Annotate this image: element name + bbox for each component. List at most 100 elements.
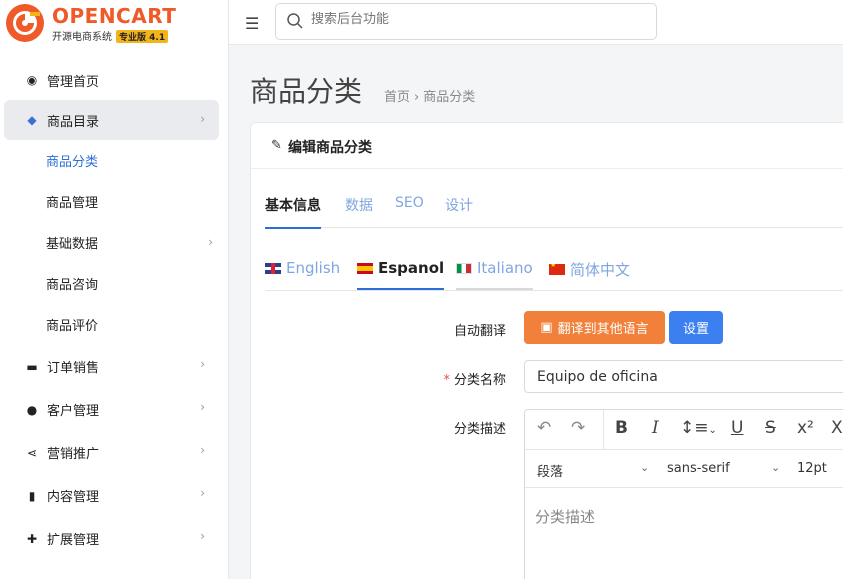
name-label-text: 分类名称 [453,373,506,388]
search-input[interactable] [311,12,631,27]
strikethrough-icon[interactable]: S [765,418,776,438]
sidebar-subitem-label: 商品咨询 [46,278,99,293]
puzzle-icon: ✚ [26,531,38,546]
sidebar-item-label: 管理首页 [47,74,100,90]
sidebar-item-catalog[interactable]: ◆ 商品目录 › [4,100,219,140]
rich-text-editor[interactable]: ↶ ↷ B I ↕≡⌄ U S x² X 段落 ⌄ sans-serif ⌄ 12p… [524,409,843,579]
chevron-right-icon: › [200,486,205,500]
card-title: 编辑商品分类 [288,140,372,156]
breadcrumb-current: 商品分类 [423,90,476,105]
required-marker: * [443,373,450,388]
card-header: ✎ 编辑商品分类 [251,123,843,169]
dashboard-icon: ◉ [26,73,38,87]
italic-icon[interactable]: I [652,418,659,438]
language-tabs: English Espanol Italiano 简体中文 [265,249,843,291]
breadcrumb-separator-icon: › [414,90,420,105]
chevron-down-icon: ⌄ [771,461,781,474]
lang-tab-english[interactable]: English [265,259,340,277]
bold-icon[interactable]: B [615,418,628,438]
menu-toggle-icon[interactable]: ☰ [245,14,259,33]
sidebar-item-label: 订单销售 [47,361,100,376]
undo-icon[interactable]: ↶ [537,418,551,438]
font-select-value: sans-serif [667,461,730,476]
font-size-select[interactable]: 12pt [797,461,827,476]
form-tabs: 基本信息 数据 SEO 设计 [265,183,843,229]
sidebar-item-label: 营销推广 [47,447,100,462]
chevron-right-icon: › [200,529,205,543]
sidebar-subitem-label: 商品分类 [46,155,99,170]
lang-tab-chinese[interactable]: 简体中文 [549,259,630,280]
sidebar-item-customers[interactable]: ● 客户管理 › [4,388,219,431]
edit-category-card: ✎ 编辑商品分类 基本信息 数据 SEO 设计 English Espanol … [250,122,843,579]
lang-label: Italiano [477,259,533,277]
chevron-right-icon: › [200,443,205,457]
sidebar-subitem-basic-data[interactable]: 基础数据 › [0,222,228,263]
sidebar-subitem-category[interactable]: 商品分类 [0,140,228,181]
tab-basic-info[interactable]: 基本信息 [265,195,321,229]
lang-tab-italiano[interactable]: Italiano [456,259,533,290]
sidebar-item-extensions[interactable]: ✚ 扩展管理 › [4,517,219,560]
sidebar-item-orders[interactable]: ▬ 订单销售 › [4,345,219,388]
sidebar-nav: ◉ 管理首页 ◆ 商品目录 › 商品分类 商品管理 基础数据 › 商品咨询 商品… [0,60,228,560]
chevron-right-icon: › [200,400,205,414]
lang-label: English [286,259,341,277]
cart-icon: ▬ [26,359,38,374]
sidebar: OPENCART 开源电商系统 专业版 4.1 ◉ 管理首页 ◆ 商品目录 › 商… [0,0,229,579]
sidebar-subitem-label: 基础数据 [46,237,99,252]
font-select[interactable]: sans-serif ⌄ [667,461,785,476]
settings-button[interactable]: 设置 [669,311,723,344]
sidebar-item-label: 客户管理 [47,404,100,419]
sidebar-subitem-reviews[interactable]: 商品评价 [0,304,228,345]
sidebar-item-label: 商品目录 [47,114,100,130]
edition-badge: 专业版 4.1 [116,30,169,43]
chevron-right-icon: › [200,357,205,371]
opencart-logo-icon [6,4,44,42]
sidebar-item-content[interactable]: ▮ 内容管理 › [4,474,219,517]
name-label: * 分类名称 [396,369,506,388]
sidebar-item-label: 扩展管理 [47,533,100,548]
subscript-icon[interactable]: X [831,418,843,438]
tab-design[interactable]: 设计 [445,195,473,215]
line-height-icon[interactable]: ↕≡⌄ [680,418,717,438]
spain-flag-icon [357,262,373,274]
lang-tab-espanol[interactable]: Espanol [357,259,445,290]
sidebar-item-label: 内容管理 [47,490,100,505]
editor-format-bar: 段落 ⌄ sans-serif ⌄ 12pt [525,450,843,488]
toolbar-divider [603,410,604,450]
editor-toolbar: ↶ ↷ B I ↕≡⌄ U S x² X [525,410,843,450]
lang-label: 简体中文 [570,261,631,279]
brand-logo[interactable]: OPENCART 开源电商系统 专业版 4.1 [4,2,224,44]
chevron-right-icon: › [200,112,205,126]
tab-data[interactable]: 数据 [345,195,373,215]
sidebar-subitem-label: 商品管理 [46,196,99,211]
sidebar-item-dashboard[interactable]: ◉ 管理首页 [4,60,219,100]
china-flag-icon [549,264,565,275]
page-title: 商品分类 [250,75,363,108]
share-icon: ⋖ [26,445,38,460]
breadcrumb-home[interactable]: 首页 [384,90,410,105]
book-icon: ▮ [28,488,36,503]
auto-translate-label: 自动翻译 [453,324,506,339]
translate-icon: ▣ [540,320,553,335]
category-name-field[interactable]: Equipo de oficina [524,360,843,393]
translate-button[interactable]: ▣ 翻译到其他语言 [524,311,665,344]
redo-icon[interactable]: ↷ [571,418,585,438]
translate-button-label: 翻译到其他语言 [557,322,649,337]
sidebar-item-marketing[interactable]: ⋖ 营销推广 › [4,431,219,474]
uk-flag-icon [265,262,281,274]
tab-seo[interactable]: SEO [395,195,424,211]
search-icon [287,13,303,29]
underline-icon[interactable]: U [731,418,743,438]
italy-flag-icon [456,262,472,274]
brand-subtitle: 开源电商系统 [52,32,112,43]
chevron-right-icon: › [208,235,213,249]
description-label: 分类描述 [453,422,506,437]
paragraph-select-value: 段落 [537,465,564,480]
search-box[interactable] [275,3,657,40]
top-bar: ☰ [229,0,843,45]
paragraph-select[interactable]: 段落 ⌄ [537,461,649,480]
breadcrumb: 首页 › 商品分类 [384,86,475,105]
sidebar-subitem-products[interactable]: 商品管理 [0,181,228,222]
sidebar-subitem-inquiries[interactable]: 商品咨询 [0,263,228,304]
superscript-icon[interactable]: x² [797,418,814,438]
